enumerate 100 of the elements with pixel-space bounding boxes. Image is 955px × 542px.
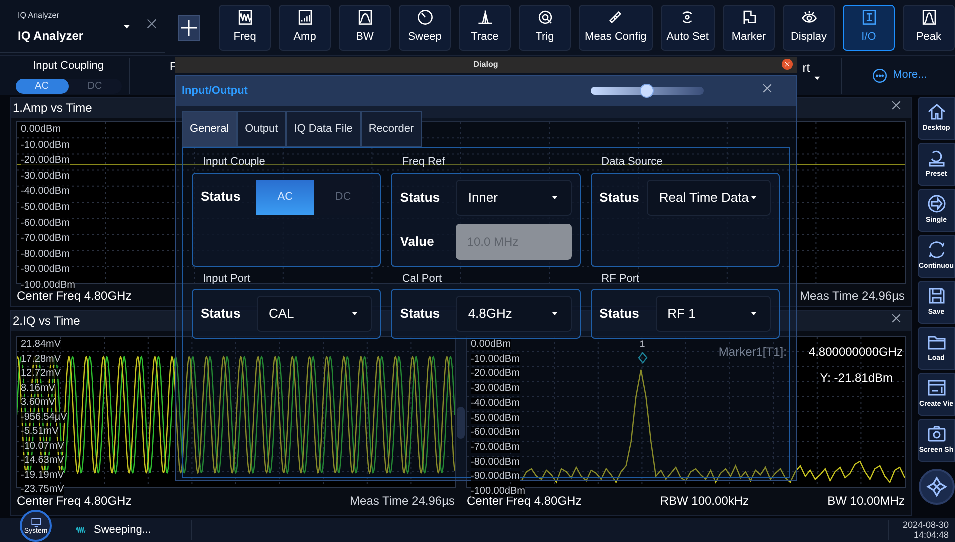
waveform-icon bbox=[236, 9, 254, 26]
axis-label: -19.19mV bbox=[21, 470, 64, 480]
axis-label: -60.00dBm bbox=[21, 218, 70, 229]
rbw-label: RBW 100.00kHz bbox=[660, 493, 750, 510]
dropdown[interactable]: RF 1 bbox=[656, 296, 771, 332]
center-freq-label: Center Freq 4.80GHz bbox=[17, 288, 132, 305]
dropdown[interactable]: CAL bbox=[257, 296, 372, 332]
close-icon bbox=[890, 312, 903, 325]
dropdown[interactable]: 4.8GHz bbox=[456, 296, 572, 332]
splitter-handle[interactable] bbox=[457, 407, 465, 439]
field-label: Status bbox=[400, 305, 442, 324]
meas-time-label: Meas Time 24.96µs bbox=[350, 493, 455, 510]
marker-icon bbox=[638, 352, 648, 364]
toolbar-button[interactable]: Auto Set bbox=[660, 4, 715, 50]
field-label: Status bbox=[400, 188, 442, 207]
add-button[interactable] bbox=[178, 14, 200, 40]
close-button[interactable] bbox=[782, 59, 793, 70]
slider-thumb[interactable] bbox=[640, 84, 654, 98]
toolbar-button[interactable]: Sweep bbox=[399, 4, 452, 50]
dialog-tab[interactable]: IQ Data File bbox=[286, 111, 361, 147]
axis-label: -10.00dBm bbox=[21, 140, 70, 151]
more-button[interactable]: More... bbox=[841, 58, 928, 94]
toolbar-button[interactable]: Trig bbox=[519, 4, 572, 50]
toolbar-button[interactable]: BW bbox=[339, 4, 392, 50]
axis-label: 0.00dBm bbox=[471, 339, 512, 350]
axis-label: -30.00dBm bbox=[21, 170, 70, 182]
axis-label: -70.00dBm bbox=[471, 442, 520, 453]
dialog-tab[interactable]: Recorder bbox=[360, 111, 422, 147]
bar-chart-icon bbox=[296, 9, 314, 26]
panel-title: 2.IQ vs Time bbox=[13, 313, 80, 330]
toolbar-button[interactable]: Freq bbox=[219, 4, 272, 50]
axis-label: -100.00dBm bbox=[21, 280, 76, 291]
axis-label: -50.00dBm bbox=[471, 412, 520, 424]
axis-label: 0.00dBm bbox=[21, 124, 62, 135]
dialog-tab[interactable]: Output bbox=[237, 111, 286, 147]
dropdown[interactable]: Real Time Data bbox=[647, 180, 771, 216]
axis-label: -50.00dBm bbox=[21, 202, 70, 213]
sweep-status: Sweeping... bbox=[94, 522, 152, 538]
axis-label: -100.00dBm bbox=[471, 486, 526, 497]
input-coupling-label: Input Coupling bbox=[33, 58, 104, 74]
group-title: Cal Port bbox=[401, 272, 444, 286]
field-label: Value bbox=[400, 232, 436, 251]
group-title: RF Port bbox=[600, 272, 641, 286]
center-freq-label: Center Freq 4.80GHz bbox=[467, 494, 582, 510]
marker-amplitude: Y: -21.81dBm bbox=[820, 370, 893, 387]
dropdown[interactable]: Inner bbox=[456, 180, 572, 216]
close-icon bbox=[145, 17, 159, 31]
camera-icon bbox=[926, 424, 946, 444]
window-icon bbox=[926, 378, 946, 398]
axis-label: -80.00dBm bbox=[21, 248, 70, 260]
meas-time-label: Meas Time 24.96µs bbox=[800, 288, 905, 305]
close-icon bbox=[890, 99, 903, 112]
toolbar-button[interactable]: Meas Config bbox=[579, 4, 653, 50]
axis-label: -60.00dBm bbox=[471, 427, 520, 438]
target-icon bbox=[536, 9, 554, 26]
axis-label: -90.00dBm bbox=[471, 471, 520, 482]
marker-name: Marker1[T1]: bbox=[718, 344, 787, 361]
close-icon bbox=[761, 82, 774, 95]
peak-curve-icon bbox=[920, 9, 938, 26]
axis-label: -30.00dBm bbox=[471, 383, 520, 394]
toolbar-button[interactable]: Amp bbox=[279, 4, 332, 50]
dialog-frame-title: Dialog bbox=[474, 59, 498, 71]
marker-frequency: 4.800000000GHz bbox=[808, 344, 903, 361]
opacity-slider[interactable] bbox=[590, 87, 704, 95]
toolbar-button[interactable]: Trace bbox=[459, 4, 512, 50]
toolbar-button[interactable]: Peak bbox=[903, 4, 955, 50]
axis-label: -10.07mV bbox=[21, 440, 64, 452]
axis-label: 12.72mV bbox=[21, 368, 62, 379]
axis-label: -70.00dBm bbox=[21, 233, 70, 244]
axis-label: -40.00dBm bbox=[21, 186, 70, 198]
marker-number: 1 bbox=[639, 338, 646, 352]
axis-label: 3.60mV bbox=[21, 397, 56, 408]
cross-icon bbox=[926, 476, 948, 498]
status-time: 14:04:48 bbox=[914, 530, 949, 540]
joystick-button[interactable] bbox=[919, 469, 955, 505]
group-title: Data Source bbox=[600, 155, 664, 170]
group-title: Input Couple bbox=[202, 155, 266, 170]
app-title[interactable]: IQ Analyzer bbox=[18, 26, 121, 44]
more-icon bbox=[872, 68, 888, 84]
app-subtitle: IQ Analyzer bbox=[18, 10, 60, 22]
status-date: 2024-08-30 bbox=[902, 520, 949, 530]
arrow-circle-icon bbox=[926, 194, 946, 214]
axis-label: -90.00dBm bbox=[21, 264, 70, 276]
home-icon bbox=[926, 102, 946, 122]
dialog-tab[interactable]: General bbox=[182, 111, 238, 147]
group-title: Input Port bbox=[202, 272, 252, 286]
group-title: Freq Ref bbox=[401, 155, 446, 170]
axis-label: 21.84mV bbox=[21, 339, 62, 350]
toolbar-button[interactable]: Marker bbox=[723, 4, 775, 50]
axis-label: -23.75mV bbox=[21, 484, 64, 495]
toolbar-button[interactable]: I/O bbox=[843, 4, 895, 50]
field-label: Status bbox=[201, 305, 242, 324]
axis-label: -5.51mV bbox=[21, 426, 59, 437]
bw-label: BW 10.00MHz bbox=[828, 493, 905, 510]
axis-label: -14.63mV bbox=[21, 455, 64, 466]
plus-icon bbox=[179, 18, 200, 38]
field-label: Status bbox=[600, 188, 640, 207]
toolbar-button[interactable]: Display bbox=[783, 4, 835, 50]
dial-icon bbox=[416, 9, 434, 26]
monitor-icon bbox=[30, 516, 42, 528]
